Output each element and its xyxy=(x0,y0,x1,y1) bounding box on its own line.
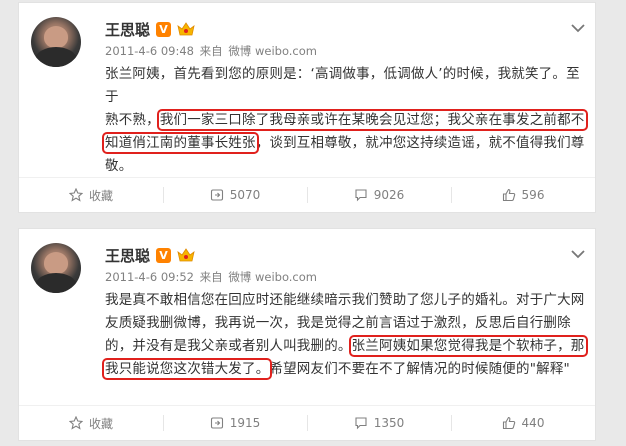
user-name-row: 王思聪 V xyxy=(105,245,195,266)
repost-icon xyxy=(210,417,223,429)
avatar[interactable] xyxy=(31,243,81,293)
chevron-down-icon[interactable] xyxy=(571,23,585,33)
action-bar: 收藏 1915 1350 440 xyxy=(19,405,595,440)
post-from-label: 来自 xyxy=(199,270,223,284)
action-bar: 收藏 5070 9026 596 xyxy=(19,177,595,212)
content-line: 的，并没有是我父亲或者别人叫我删的。张兰阿姨如果您觉得我是个软柿子，那 xyxy=(105,335,588,357)
post-content: 我是真不敢相信您在回应时还能继续暗示我们赞助了您儿子的婚礼。对于广大网 友质疑我… xyxy=(101,289,589,381)
user-name-row: 王思聪 V xyxy=(105,19,195,40)
repost-button[interactable]: 1915 xyxy=(163,406,307,440)
thumbs-up-icon xyxy=(502,188,515,202)
comment-button[interactable]: 1350 xyxy=(307,406,451,440)
content-line: 知道俏江南的董事长姓张，谈到互相尊敬，就冲您这持续造谣，就不值得我们尊 xyxy=(102,132,585,154)
avatar-face xyxy=(44,26,68,48)
favorite-button[interactable]: 收藏 xyxy=(19,178,163,212)
favorite-button[interactable]: 收藏 xyxy=(19,406,163,440)
content-line: 敬。 xyxy=(105,158,133,174)
verified-v-icon[interactable]: V xyxy=(156,248,172,263)
post-meta: 2011-4-6 09:52 来自 微博 weibo.com xyxy=(105,269,319,285)
avatar[interactable] xyxy=(31,17,81,67)
post-from-label: 来自 xyxy=(199,44,223,58)
star-icon xyxy=(68,188,83,202)
content-line: 张兰阿姨，首先看到您的原则是：‘高调做事，低调做人’的时候，我就笑了。至于 xyxy=(105,66,580,105)
comment-icon xyxy=(355,189,367,202)
highlight-box: 张兰阿姨如果您觉得我是个软柿子，那 xyxy=(348,335,588,357)
content-line: 我是真不敢相信您在回应时还能继续暗示我们赞助了您儿子的婚礼。对于广大网 xyxy=(105,292,585,308)
member-crown-icon[interactable] xyxy=(177,22,195,37)
like-button[interactable]: 440 xyxy=(451,406,595,440)
content-line: 我只能说您这次错大发了。希望网友们不要在不了解情况的时候随便的"解释" xyxy=(101,358,570,380)
user-name[interactable]: 王思聪 xyxy=(105,19,150,40)
repost-button[interactable]: 5070 xyxy=(163,178,307,212)
weibo-post-card: 王思聪 V 2011-4-6 09:52 来自 微博 weibo.com 我是真… xyxy=(18,228,596,441)
post-meta: 2011-4-6 09:48 来自 微博 weibo.com xyxy=(105,43,319,59)
favorite-label: 收藏 xyxy=(88,416,113,431)
chevron-down-icon[interactable] xyxy=(571,249,585,259)
repost-count: 1915 xyxy=(229,416,261,430)
content-line: 熟不熟，我们一家三口除了我母亲或许在某晚会见过您；我父亲在事发之前都不 xyxy=(105,109,588,131)
highlight-box: 我们一家三口除了我母亲或许在某晚会见过您；我父亲在事发之前都不 xyxy=(156,109,588,131)
comment-icon xyxy=(355,417,367,430)
favorite-label: 收藏 xyxy=(88,188,113,203)
post-time[interactable]: 2011-4-6 09:52 xyxy=(105,270,194,284)
repost-icon xyxy=(210,189,223,201)
like-button[interactable]: 596 xyxy=(451,178,595,212)
like-count: 440 xyxy=(521,416,545,430)
highlight-box: 我只能说您这次错大发了。 xyxy=(101,358,273,380)
post-source[interactable]: 微博 weibo.com xyxy=(228,44,317,58)
verified-v-icon[interactable]: V xyxy=(156,22,172,37)
thumbs-up-icon xyxy=(502,416,515,430)
comment-count: 1350 xyxy=(373,416,405,430)
repost-count: 5070 xyxy=(229,188,261,202)
weibo-post-card: 王思聪 V 2011-4-6 09:48 来自 微博 weibo.com 张兰阿… xyxy=(18,2,596,213)
post-time[interactable]: 2011-4-6 09:48 xyxy=(105,44,194,58)
star-icon xyxy=(68,416,83,430)
highlight-box: 知道俏江南的董事长姓张 xyxy=(102,132,259,154)
comment-count: 9026 xyxy=(373,188,405,202)
like-count: 596 xyxy=(521,188,545,202)
comment-button[interactable]: 9026 xyxy=(307,178,451,212)
post-source[interactable]: 微博 weibo.com xyxy=(228,270,317,284)
member-crown-icon[interactable] xyxy=(177,248,195,263)
user-name[interactable]: 王思聪 xyxy=(105,245,150,266)
post-content: 张兰阿姨，首先看到您的原则是：‘高调做事，低调做人’的时候，我就笑了。至于 熟不… xyxy=(102,63,589,178)
avatar-face xyxy=(44,252,68,274)
content-line: 友质疑我删微博，我再说一次，我是觉得之前言语过于激烈，反思后自行删除 xyxy=(105,315,571,331)
avatar-body xyxy=(35,273,77,293)
avatar-body xyxy=(35,47,77,67)
